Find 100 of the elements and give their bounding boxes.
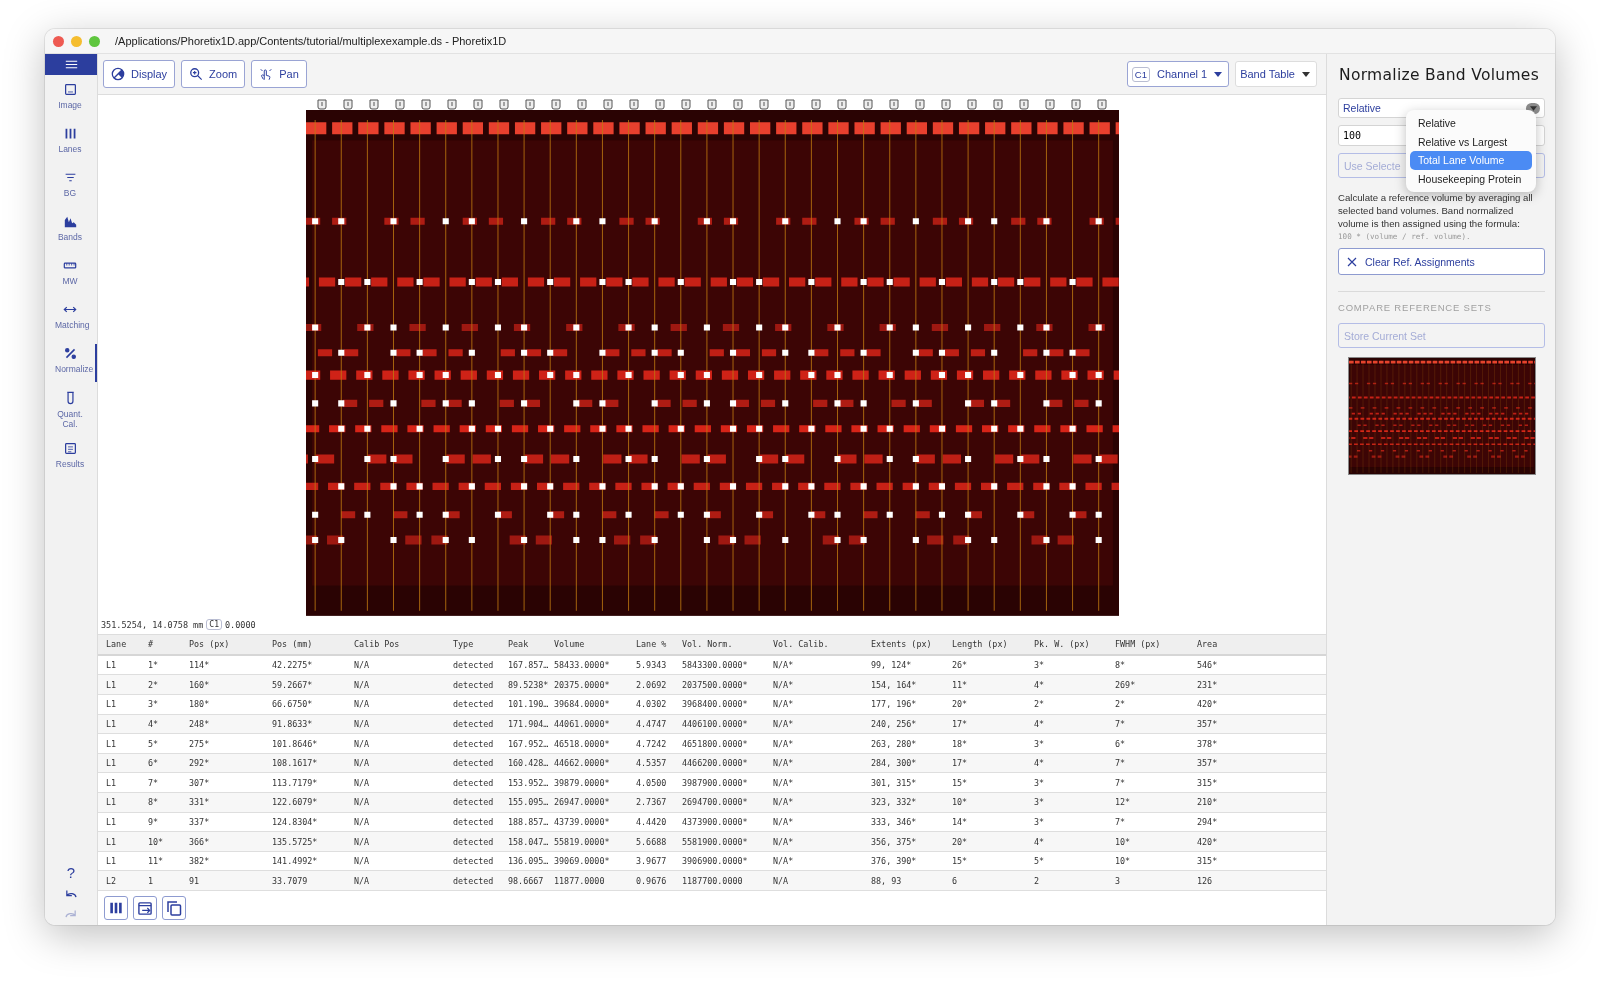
table-cell-text: 5.9343 bbox=[636, 660, 668, 671]
column-header[interactable]: Pos (mm) bbox=[272, 639, 354, 650]
table-cell-text: 248* bbox=[189, 718, 211, 729]
lane-handle-icon[interactable] bbox=[499, 99, 509, 110]
lane-handle-icon[interactable] bbox=[941, 99, 951, 110]
document-icon bbox=[63, 442, 77, 455]
table-cell-text: 10* bbox=[1115, 836, 1132, 847]
lane-handle-icon[interactable] bbox=[681, 99, 691, 110]
lane-handle-icon[interactable] bbox=[473, 99, 483, 110]
table-cell-text: 114* bbox=[189, 660, 211, 671]
lane-handle-icon[interactable] bbox=[1097, 99, 1107, 110]
column-header[interactable]: Pos (px) bbox=[189, 639, 272, 650]
lane-handle-icon[interactable] bbox=[551, 99, 561, 110]
sidebar-item[interactable]: Results bbox=[45, 439, 97, 477]
lane-handle-icon[interactable] bbox=[343, 99, 353, 110]
lane-handle-icon[interactable] bbox=[629, 99, 639, 110]
lane-handle-icon[interactable] bbox=[655, 99, 665, 110]
lane-handle-icon[interactable] bbox=[993, 99, 1003, 110]
menu-item[interactable]: Housekeeping Protein bbox=[1410, 169, 1532, 188]
lane-handle-icon[interactable] bbox=[759, 99, 769, 110]
columns-button[interactable] bbox=[104, 896, 128, 920]
sidebar-item[interactable]: Image bbox=[45, 80, 97, 118]
column-header[interactable]: # bbox=[148, 639, 189, 650]
help-button[interactable]: ? bbox=[66, 865, 76, 881]
table-cell-text: 39684.0000* bbox=[554, 699, 611, 710]
close-button[interactable] bbox=[53, 35, 64, 47]
table-cell-text: 126 bbox=[1197, 875, 1214, 886]
table-cell-text: 1 bbox=[148, 875, 155, 886]
column-header[interactable]: Pk. W. (px) bbox=[1034, 639, 1115, 650]
column-header[interactable]: FWHM (px) bbox=[1115, 639, 1197, 650]
caret-icon bbox=[1214, 71, 1223, 77]
table-cell-text: 8* bbox=[148, 797, 160, 808]
table-cell-text: 58433.0000* bbox=[554, 660, 611, 671]
lane-handle-icon[interactable] bbox=[733, 99, 743, 110]
section-heading: COMPARE REFERENCE SETS bbox=[1338, 302, 1493, 313]
column-header[interactable]: Vol. Norm. bbox=[682, 639, 773, 650]
panel-title: Normalize Band Volumes bbox=[1339, 66, 1541, 84]
sidebar-item[interactable]: Bands bbox=[45, 212, 97, 250]
lane-handle-icon[interactable] bbox=[889, 99, 899, 110]
tool-button[interactable]: Zoom bbox=[181, 60, 246, 88]
lane-handle-icon[interactable] bbox=[525, 99, 535, 110]
lane-handle-icon[interactable] bbox=[395, 99, 405, 110]
sidebar-item[interactable]: Matching bbox=[45, 300, 97, 338]
channel-select[interactable]: C1 Channel 1 bbox=[1126, 61, 1230, 87]
menu-button[interactable] bbox=[45, 54, 97, 75]
table-cell-text: 4* bbox=[148, 718, 160, 729]
table-cell-text: 4.4420 bbox=[636, 816, 668, 827]
table-cell-text: detected bbox=[453, 875, 495, 886]
table-cell-text: 108.1617* bbox=[272, 758, 319, 769]
table-cell-text: N/A* bbox=[773, 797, 795, 808]
lane-handle-icon[interactable] bbox=[369, 99, 379, 110]
lane-handle-icon[interactable] bbox=[967, 99, 977, 110]
table-cell-text: 59.2667* bbox=[272, 679, 314, 690]
tool-button[interactable]: Pan bbox=[251, 60, 307, 88]
lane-handle-icon[interactable] bbox=[863, 99, 873, 110]
lane-handle-icon[interactable] bbox=[1045, 99, 1055, 110]
table-cell-text: 5.6688 bbox=[636, 836, 668, 847]
table-cell-text: 7* bbox=[1115, 758, 1127, 769]
sidebar-item[interactable]: Quant. Cal. bbox=[45, 388, 97, 433]
clear-button[interactable]: Clear Ref. Assignments bbox=[1338, 248, 1545, 275]
sidebar-item[interactable]: Normalize bbox=[45, 344, 97, 382]
column-header[interactable]: Calib Pos bbox=[354, 639, 453, 650]
lane-handle-icon[interactable] bbox=[915, 99, 925, 110]
column-header[interactable]: Vol. Calib. bbox=[773, 639, 871, 650]
table-cell-text: 2* bbox=[1115, 699, 1127, 710]
lane-handle-icon[interactable] bbox=[603, 99, 613, 110]
table-cell-text: 3968400.0000* bbox=[682, 699, 749, 710]
lane-handle-icon[interactable] bbox=[785, 99, 795, 110]
table-cell-text: N/A* bbox=[773, 836, 795, 847]
table-cell-text: 5581900.0000* bbox=[682, 836, 749, 847]
table-cell-text: 0.9676 bbox=[636, 875, 668, 886]
column-header[interactable]: Area bbox=[1197, 639, 1326, 650]
lane-handle-icon[interactable] bbox=[421, 99, 431, 110]
lane-handle-icon[interactable] bbox=[837, 99, 847, 110]
sidebar-item[interactable]: BG bbox=[45, 168, 97, 206]
lane-handle-icon[interactable] bbox=[1019, 99, 1029, 110]
sidebar-item[interactable]: MW bbox=[45, 256, 97, 294]
table-cell-text: 2037500.0000* bbox=[682, 679, 749, 690]
column-header[interactable]: Length (px) bbox=[952, 639, 1034, 650]
column-header[interactable]: Lane bbox=[106, 639, 148, 650]
menu-item[interactable]: Relative vs Largest bbox=[1410, 132, 1532, 151]
tool-button[interactable]: Display bbox=[103, 60, 176, 88]
lane-handle-icon[interactable] bbox=[1071, 99, 1081, 110]
lane-handle-icon[interactable] bbox=[707, 99, 717, 110]
table-cell-text: 177, 196* bbox=[871, 699, 918, 710]
lane-handle-icon[interactable] bbox=[577, 99, 587, 110]
column-header[interactable]: Extents (px) bbox=[871, 639, 952, 650]
ruler-icon bbox=[63, 259, 77, 272]
column-header[interactable]: Type bbox=[453, 639, 508, 650]
column-header[interactable]: Lane % bbox=[636, 639, 682, 650]
column-header[interactable]: Peak bbox=[508, 639, 554, 650]
sidebar-item[interactable]: Lanes bbox=[45, 124, 97, 162]
lane-handle-icon[interactable] bbox=[447, 99, 457, 110]
export-button[interactable] bbox=[133, 896, 157, 920]
lane-handle-icon[interactable] bbox=[317, 99, 327, 110]
copy-button[interactable] bbox=[162, 896, 186, 920]
column-header[interactable]: Volume bbox=[554, 639, 636, 650]
lane-handle-icon[interactable] bbox=[811, 99, 821, 110]
table-cell-text: 284, 300* bbox=[871, 758, 918, 769]
view-select[interactable]: Band Table bbox=[1235, 61, 1317, 87]
